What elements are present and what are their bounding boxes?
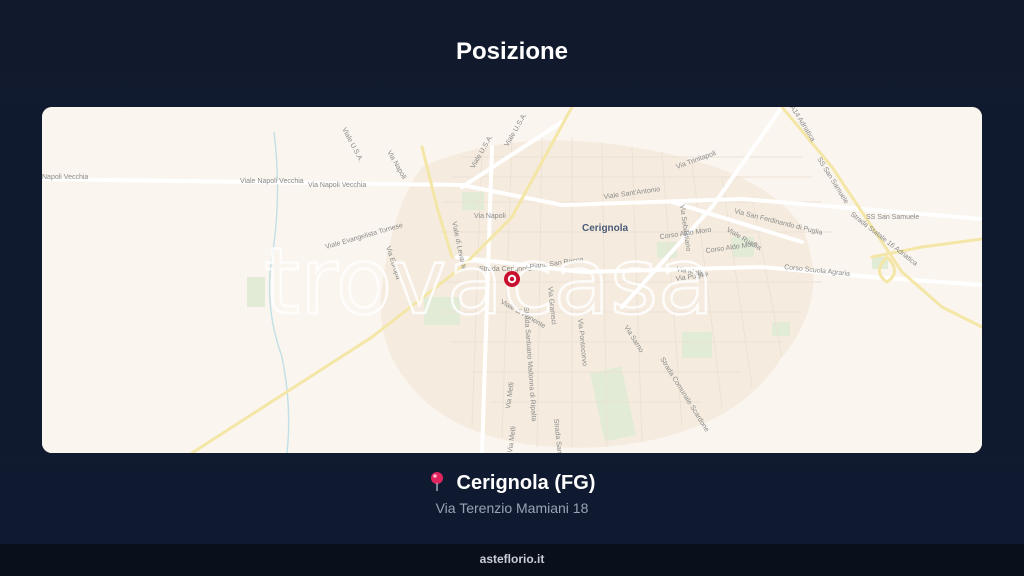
footer-site[interactable]: asteflorio.it	[480, 552, 545, 566]
page-title: Posizione	[455, 38, 569, 65]
pin-icon	[429, 471, 445, 497]
location-marker[interactable]	[504, 271, 520, 287]
location-address: Via Terenzio Mamiani 18	[435, 500, 589, 516]
footer: asteflorio.it	[0, 544, 1024, 576]
street-label: Via Napoli Vecchia	[308, 182, 366, 189]
map[interactable]: Cerignola Viale U.S.A. Viale U.S.A. Vial…	[42, 107, 982, 453]
location-city: Cerignola (FG)	[456, 472, 596, 494]
street-label: Napoli Vecchia	[42, 174, 88, 181]
street-label: SS San Samuele	[866, 214, 919, 221]
location-heading: Cerignola (FG)	[0, 471, 1024, 497]
map-canvas[interactable]: Cerignola Viale U.S.A. Viale U.S.A. Vial…	[42, 107, 982, 453]
street-label: Via Napoli	[474, 213, 506, 220]
watermark-logo: trovacasa	[264, 228, 714, 335]
street-label: Viale Napoli Vecchia	[240, 178, 304, 185]
